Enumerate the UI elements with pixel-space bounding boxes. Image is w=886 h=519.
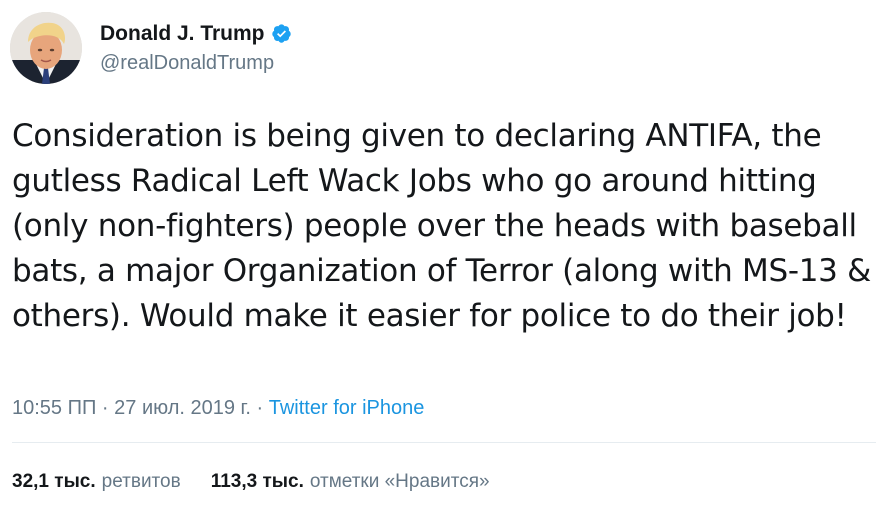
tweet-source-link[interactable]: Twitter for iPhone xyxy=(269,397,425,419)
display-name[interactable]: Donald J. Trump xyxy=(100,21,265,47)
tweet-meta: 10:55 ПП · 27 июл. 2019 г. · Twitter for… xyxy=(12,396,424,420)
retweets-count: 32,1 тыс. xyxy=(12,471,96,492)
tweet-date[interactable]: 27 июл. 2019 г. xyxy=(114,397,251,419)
retweets-stat[interactable]: 32,1 тыс. ретвитов xyxy=(12,470,181,494)
author-handle[interactable]: @realDonaldTrump xyxy=(100,50,292,76)
likes-label: отметки «Нравится» xyxy=(309,471,490,492)
avatar[interactable] xyxy=(10,12,82,84)
divider xyxy=(12,442,876,443)
meta-separator: · xyxy=(101,397,109,419)
retweets-label: ретвитов xyxy=(101,471,181,492)
author-names: Donald J. Trump @realDonaldTrump xyxy=(100,21,292,76)
tweet-stats: 32,1 тыс. ретвитов 113,3 тыс. отметки «Н… xyxy=(12,470,520,494)
likes-count: 113,3 тыс. xyxy=(210,471,304,492)
tweet-card: Donald J. Trump @realDonaldTrump Conside… xyxy=(0,0,886,519)
avatar-image xyxy=(10,12,82,84)
verified-badge-icon xyxy=(271,23,292,44)
likes-stat[interactable]: 113,3 тыс. отметки «Нравится» xyxy=(211,470,490,494)
name-row: Donald J. Trump xyxy=(100,21,292,47)
tweet-time[interactable]: 10:55 ПП xyxy=(12,397,96,419)
tweet-text: Consideration is being given to declarin… xyxy=(12,118,872,334)
tweet-header: Donald J. Trump @realDonaldTrump xyxy=(10,12,292,84)
meta-separator: · xyxy=(256,397,264,419)
